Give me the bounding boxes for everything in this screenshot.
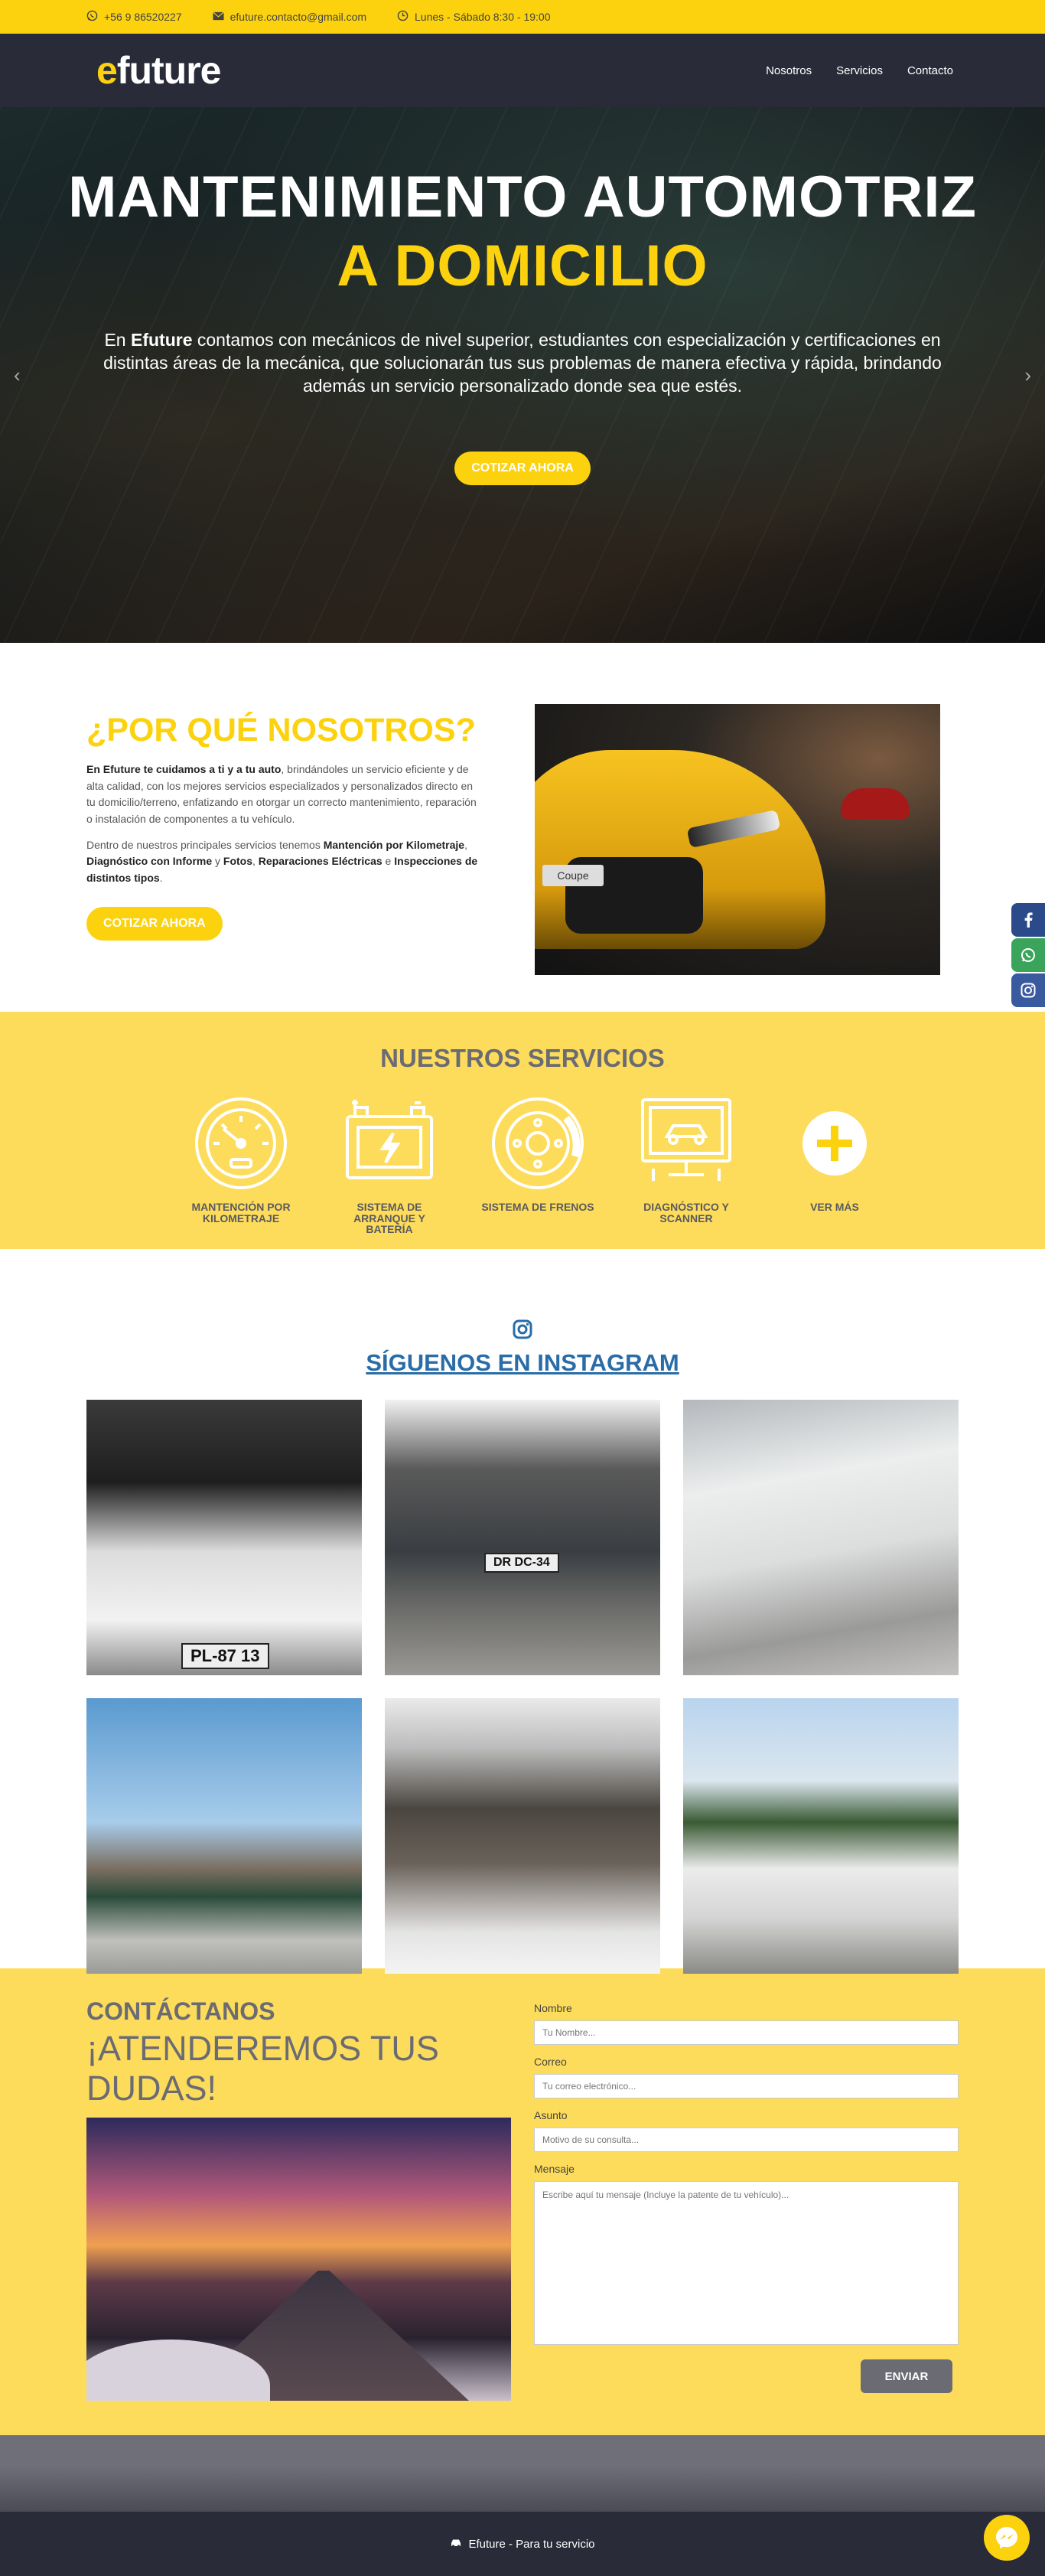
top-info-bar: +56 9 86520227 efuture.contacto@gmail.co… (0, 0, 1045, 34)
social-sidebar (1011, 903, 1045, 1009)
contact-form: Nombre Correo Asunto Mensaje ENVIAR (534, 1997, 959, 2435)
service-label: VER MÁS (810, 1201, 859, 1213)
sunset-highway-image (86, 2118, 511, 2401)
nav-menu: Nosotros Servicios Contacto (766, 64, 953, 77)
send-button[interactable]: ENVIAR (861, 2359, 952, 2393)
footer: Efuture - Para tu servicio (0, 2512, 1045, 2576)
email-label: Correo (534, 2056, 567, 2068)
services-section: NUESTROS SERVICIOS MANTENCIÓN POR KILOME… (0, 1012, 1045, 1249)
why-us-paragraph-1: En Efuture te cuidamos a ti y a tu auto,… (86, 763, 477, 826)
hours-info: Lunes - Sábado 8:30 - 19:00 (397, 10, 550, 24)
footer-band (0, 2435, 1045, 2512)
main-navbar: efuture Nosotros Servicios Contacto (0, 34, 1045, 107)
instagram-post-suzuki-engine[interactable] (385, 1698, 660, 1974)
why-us-paragraph-2: Dentro de nuestros principales servicios… (86, 838, 478, 885)
contact-title: ¡ATENDEREMOS TUS DUDAS! (86, 2029, 439, 2108)
service-diagnostic-scanner[interactable]: DIAGNÓSTICO Y SCANNER (612, 1094, 760, 1235)
instagram-grid: PL-87 13 DR DC-34 (0, 1400, 1045, 1974)
car-plate: Coupe (542, 865, 604, 886)
message-textarea[interactable] (534, 2181, 959, 2345)
phone-info[interactable]: +56 9 86520227 (86, 10, 182, 24)
instagram-icon[interactable] (1011, 973, 1045, 1007)
license-plate: DR DC-34 (484, 1553, 559, 1573)
hero-quote-button[interactable]: COTIZAR AHORA (454, 451, 591, 485)
email-input[interactable] (534, 2074, 959, 2098)
instagram-post-white-minivan[interactable] (683, 1400, 959, 1675)
name-input[interactable] (534, 2020, 959, 2045)
clock-icon (397, 10, 409, 24)
hero-slider: ‹ › MANTENIMIENTO AUTOMOTRIZ A DOMICILIO… (0, 107, 1045, 643)
email-info[interactable]: efuture.contacto@gmail.com (212, 11, 367, 23)
service-see-more[interactable]: VER MÁS (760, 1094, 909, 1235)
opening-hours: Lunes - Sábado 8:30 - 19:00 (415, 11, 551, 23)
service-brakes[interactable]: SISTEMA DE FRENOS (464, 1094, 612, 1235)
why-us-section: ¿POR QUÉ NOSOTROS? En Efuture te cuidamo… (0, 643, 1045, 1012)
contact-subtitle: CONTÁCTANOS (86, 1997, 275, 2025)
email-address: efuture.contacto@gmail.com (230, 11, 367, 23)
battery-icon (340, 1094, 438, 1192)
name-label: Nombre (534, 2002, 572, 2014)
footer-text: Efuture - Para tu servicio (468, 2537, 595, 2551)
license-plate: PL-87 13 (181, 1643, 269, 1669)
speedometer-icon (192, 1094, 290, 1192)
service-label: SISTEMA DE ARRANQUE Y BATERÍA (353, 1201, 425, 1236)
efuture-logo[interactable]: efuture (96, 48, 221, 93)
whatsapp-icon (86, 10, 98, 24)
hero-description: En Efuture contamos con mecánicos de niv… (103, 330, 942, 396)
instagram-post-pickup-engine[interactable]: DR DC-34 (385, 1400, 660, 1675)
car-icon (450, 2538, 462, 2551)
why-us-title: ¿POR QUÉ NOSOTROS? (86, 712, 476, 748)
nav-link-nosotros[interactable]: Nosotros (766, 64, 812, 77)
red-car-background (841, 788, 910, 819)
plus-icon (786, 1094, 884, 1192)
scanner-monitor-icon (637, 1094, 735, 1192)
phone-number: +56 9 86520227 (104, 11, 182, 23)
instagram-post-white-truck[interactable] (683, 1698, 959, 1974)
instagram-section: SÍGUENOS EN INSTAGRAM PL-87 13 DR DC-34 (0, 1249, 1045, 1974)
messenger-chat-icon[interactable] (984, 2515, 1030, 2561)
facebook-icon[interactable] (1011, 903, 1045, 937)
instagram-title[interactable]: SÍGUENOS EN INSTAGRAM (0, 1349, 1045, 1377)
envelope-icon (212, 11, 224, 23)
subject-label: Asunto (534, 2109, 568, 2121)
service-label: SISTEMA DE FRENOS (481, 1201, 594, 1213)
contact-section: CONTÁCTANOS ¡ATENDEREMOS TUS DUDAS! Nomb… (0, 1968, 1045, 2435)
why-us-quote-button[interactable]: COTIZAR AHORA (86, 906, 223, 941)
instagram-post-white-car-engine[interactable]: PL-87 13 (86, 1400, 362, 1675)
nav-link-contacto[interactable]: Contacto (907, 64, 953, 77)
hero-title: MANTENIMIENTO AUTOMOTRIZ (68, 165, 977, 230)
service-label: DIAGNÓSTICO Y SCANNER (643, 1201, 729, 1224)
instagram-post-classic-pickup[interactable] (86, 1698, 362, 1974)
services-title: NUESTROS SERVICIOS (380, 1044, 665, 1072)
service-label: MANTENCIÓN POR KILOMETRAJE (191, 1201, 291, 1224)
yellow-car-image: Coupe (535, 704, 940, 975)
nav-link-servicios[interactable]: Servicios (836, 64, 883, 77)
brake-disc-icon (489, 1094, 587, 1192)
whatsapp-icon[interactable] (1011, 938, 1045, 972)
service-mileage-maintenance[interactable]: MANTENCIÓN POR KILOMETRAJE (167, 1094, 315, 1235)
subject-input[interactable] (534, 2128, 959, 2152)
hero-title-highlight: A DOMICILIO (337, 233, 708, 298)
service-starter-battery[interactable]: SISTEMA DE ARRANQUE Y BATERÍA (315, 1094, 464, 1235)
message-label: Mensaje (534, 2163, 575, 2175)
instagram-icon (0, 1319, 1045, 1345)
